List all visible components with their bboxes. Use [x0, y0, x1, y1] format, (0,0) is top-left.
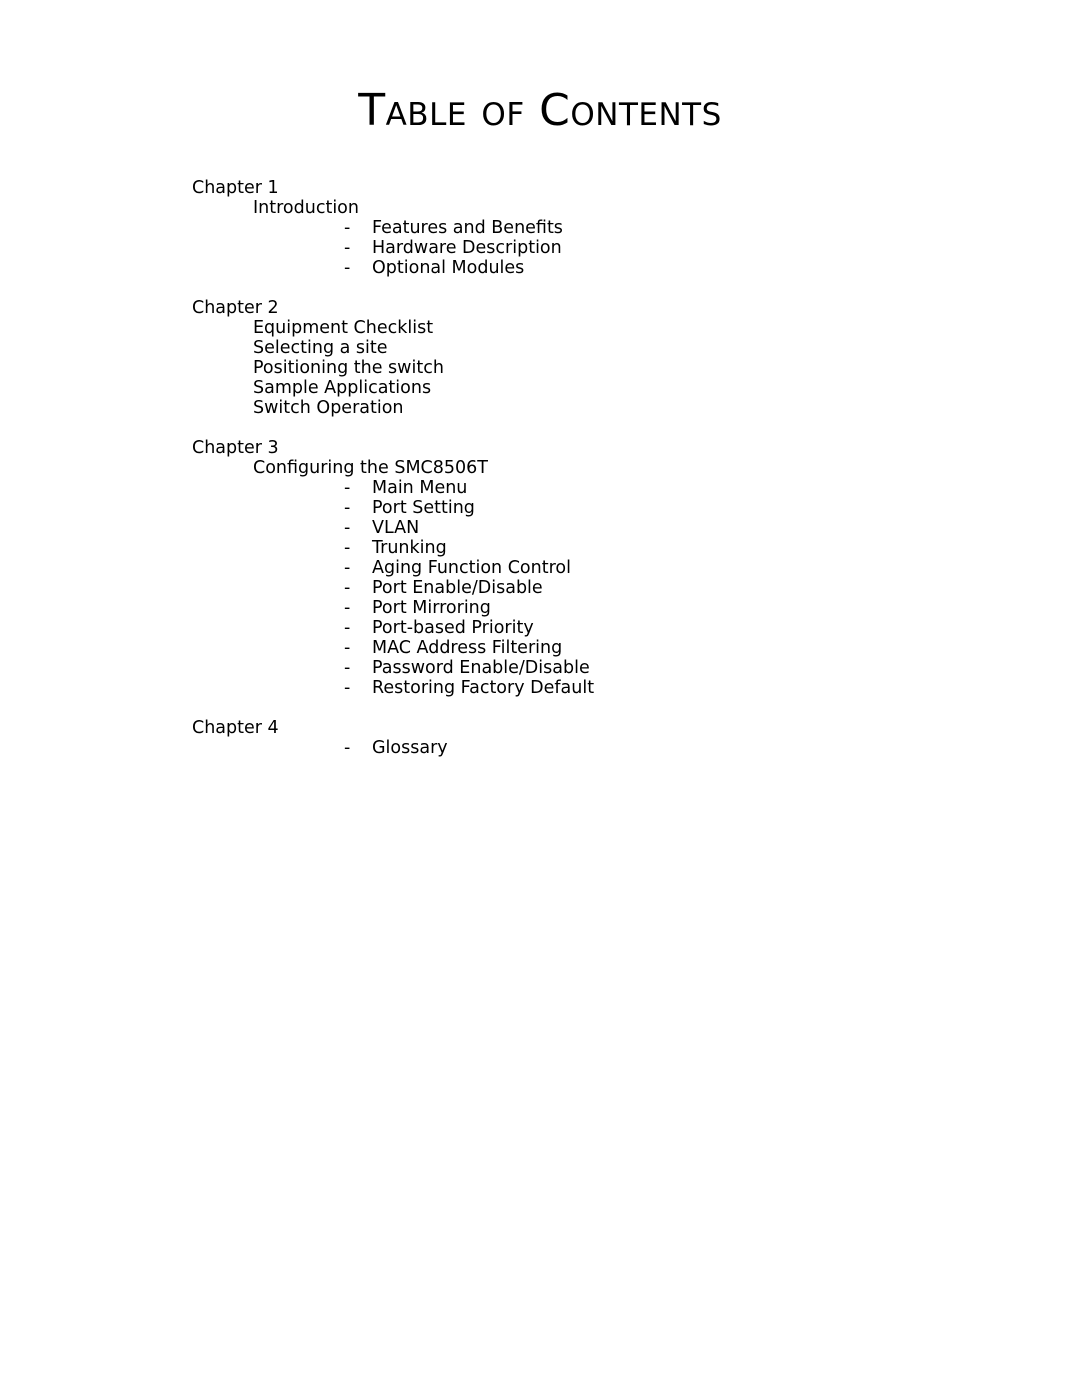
toc-subentry[interactable]: - Aging Function Control	[192, 558, 992, 578]
bullet-dash-icon: -	[344, 618, 351, 638]
bullet-dash-icon: -	[344, 238, 351, 258]
chapter-heading[interactable]: Chapter 2	[192, 298, 992, 318]
toc-subentry-label: VLAN	[372, 518, 420, 538]
toc-entry[interactable]: Configuring the SMC8506T	[192, 458, 992, 478]
toc-subentry[interactable]: - Features and Benefits	[192, 218, 992, 238]
page-title: Table of Contents	[358, 85, 722, 136]
bullet-dash-icon: -	[344, 538, 351, 558]
bullet-dash-icon: -	[344, 638, 351, 658]
toc-subentry-label: Optional Modules	[372, 258, 525, 278]
toc-subentry-label: Port Enable/Disable	[372, 578, 543, 598]
toc-subentry[interactable]: - Port Enable/Disable	[192, 578, 992, 598]
bullet-dash-icon: -	[344, 578, 351, 598]
toc-subentry[interactable]: - Optional Modules	[192, 258, 992, 278]
bullet-dash-icon: -	[344, 558, 351, 578]
toc-subentry-label: Port Setting	[372, 498, 475, 518]
toc-subentry-label: Port Mirroring	[372, 598, 491, 618]
toc-subentry-label: Restoring Factory Default	[372, 678, 595, 698]
bullet-dash-icon: -	[344, 218, 351, 238]
toc-subentry-label: Features and Benefits	[372, 218, 563, 238]
toc-subentry-label: Glossary	[372, 738, 448, 758]
toc-entry[interactable]: Introduction	[192, 198, 992, 218]
bullet-dash-icon: -	[344, 258, 351, 278]
toc-subentry[interactable]: - Restoring Factory Default	[192, 678, 992, 698]
toc-subentry[interactable]: - VLAN	[192, 518, 992, 538]
bullet-dash-icon: -	[344, 498, 351, 518]
toc-entry[interactable]: Positioning the switch	[192, 358, 992, 378]
bullet-dash-icon: -	[344, 518, 351, 538]
bullet-dash-icon: -	[344, 678, 351, 698]
chapter-block: Chapter 4- Glossary	[192, 718, 992, 758]
toc-subentry[interactable]: - Main Menu	[192, 478, 992, 498]
toc-subentry[interactable]: - MAC Address Filtering	[192, 638, 992, 658]
chapter-block: Chapter 1 Introduction - Features and Benef…	[192, 178, 992, 278]
toc-subentry[interactable]: - Glossary	[192, 738, 992, 758]
bullet-dash-icon: -	[344, 598, 351, 618]
toc-subentry[interactable]: - Port Setting	[192, 498, 992, 518]
toc-subentry-label: Password Enable/Disable	[372, 658, 590, 678]
chapter-heading[interactable]: Chapter 1	[192, 178, 992, 198]
document-page: Table of Contents Chapter 1 Introduction -…	[0, 0, 1080, 1397]
bullet-dash-icon: -	[344, 478, 351, 498]
toc-entry[interactable]: Equipment Checklist	[192, 318, 992, 338]
toc-subentry-label: Hardware Description	[372, 238, 562, 258]
chapter-block: Chapter 2 Equipment Checklist Selecting a …	[192, 298, 992, 418]
toc-subentry-label: Trunking	[372, 538, 447, 558]
bullet-dash-icon: -	[344, 658, 351, 678]
toc-subentry[interactable]: - Hardware Description	[192, 238, 992, 258]
toc-subentry[interactable]: - Trunking	[192, 538, 992, 558]
toc-subentry[interactable]: - Port-based Priority	[192, 618, 992, 638]
toc-entry[interactable]: Selecting a site	[192, 338, 992, 358]
toc-subentry[interactable]: - Port Mirroring	[192, 598, 992, 618]
toc-subentry-label: Port-based Priority	[372, 618, 534, 638]
toc-subentry-label: MAC Address Filtering	[372, 638, 563, 658]
toc-subentry-label: Main Menu	[372, 478, 468, 498]
bullet-dash-icon: -	[344, 738, 351, 758]
table-of-contents: Chapter 1 Introduction - Features and Benef…	[192, 178, 992, 758]
chapter-block: Chapter 3 Configuring the SMC8506T - Main M…	[192, 438, 992, 698]
toc-subentry[interactable]: - Password Enable/Disable	[192, 658, 992, 678]
chapter-heading[interactable]: Chapter 3	[192, 438, 992, 458]
chapter-heading[interactable]: Chapter 4	[192, 718, 992, 738]
toc-subentry-label: Aging Function Control	[372, 558, 571, 578]
toc-entry[interactable]: Sample Applications	[192, 378, 992, 398]
toc-entry[interactable]: Switch Operation	[192, 398, 992, 418]
